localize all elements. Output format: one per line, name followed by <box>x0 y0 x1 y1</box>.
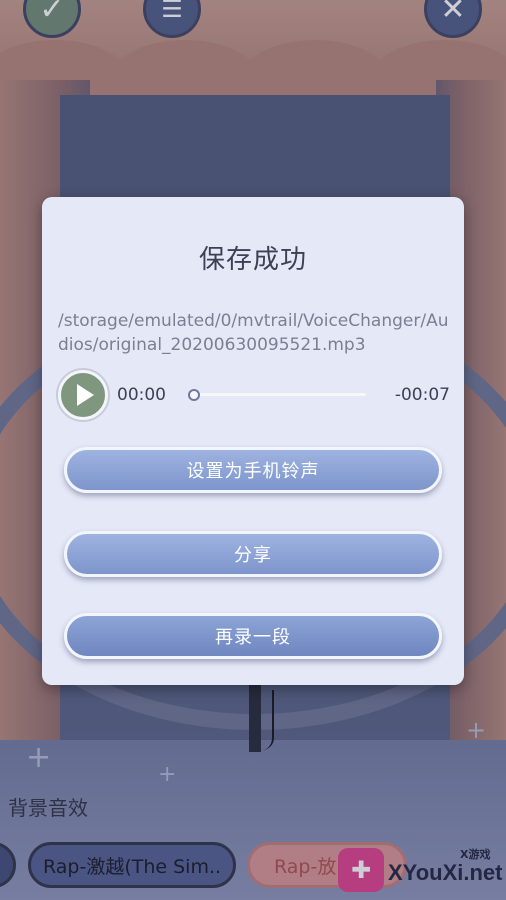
file-path: /storage/emulated/0/mvtrail/VoiceChanger… <box>58 311 449 355</box>
play-button[interactable] <box>58 370 108 420</box>
record-again-button[interactable]: 再录一段 <box>64 613 442 659</box>
share-button[interactable]: 分享 <box>64 531 442 577</box>
remaining-time: -00:07 <box>394 385 450 405</box>
play-icon <box>76 384 94 406</box>
seek-handle[interactable] <box>188 389 200 401</box>
set-ringtone-button[interactable]: 设置为手机铃声 <box>64 447 442 493</box>
dialog-title: 保存成功 <box>198 245 307 275</box>
current-time: 00:00 <box>117 385 166 405</box>
save-success-dialog: 保存成功 /storage/emulated/0/mvtrail/VoiceCh… <box>42 197 464 685</box>
seek-bar[interactable] <box>192 393 366 396</box>
